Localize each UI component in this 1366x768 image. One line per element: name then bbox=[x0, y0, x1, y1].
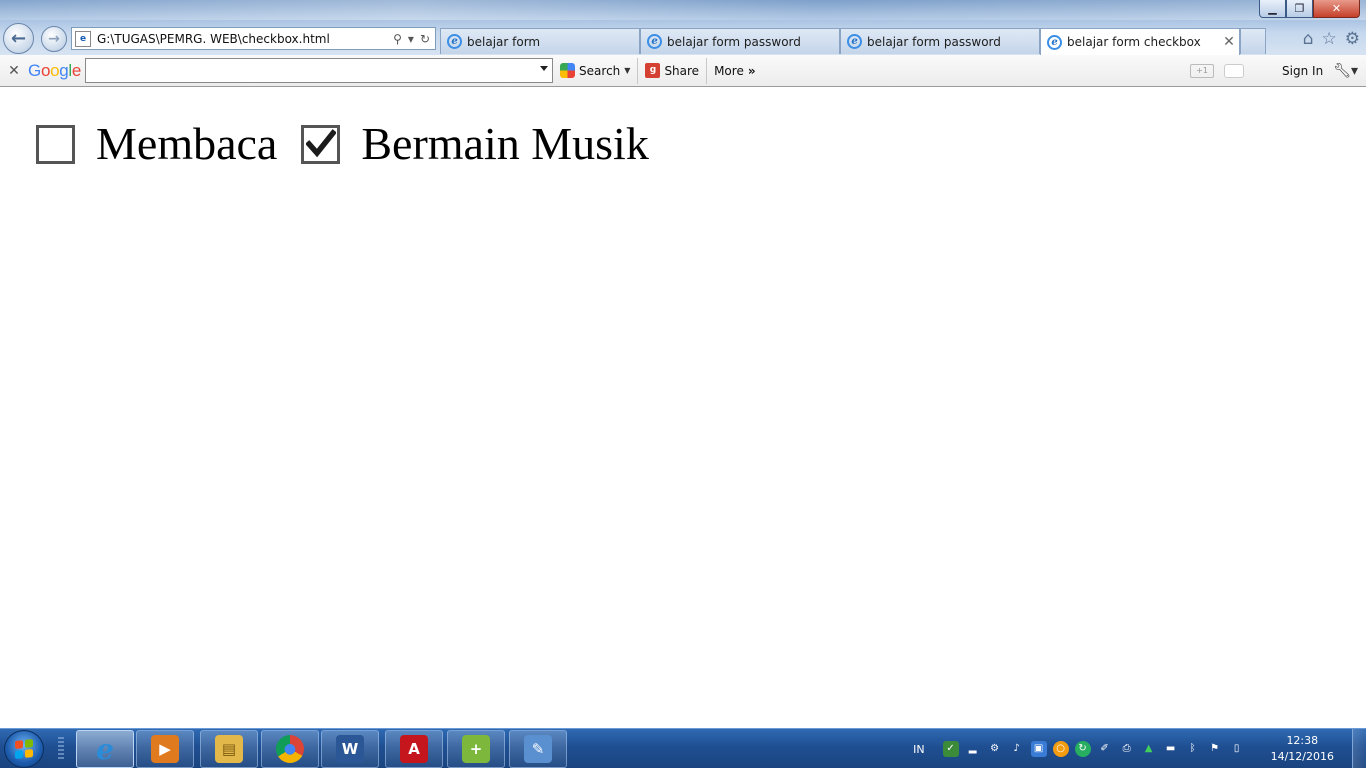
more-button[interactable]: More » bbox=[707, 58, 763, 84]
google-logo: Google bbox=[28, 60, 82, 80]
taskbar-app-internet-explorer[interactable]: e bbox=[76, 730, 134, 768]
system-tray: IN ✓ ▂ ⚙ ♪ ▣ ○ ↻ ✐ ⎙ ▲ ▬ ᛒ ⚑ ▯ 12:38 14/… bbox=[913, 729, 1340, 768]
printer-icon[interactable]: ⎙ bbox=[1119, 741, 1135, 757]
close-window-button[interactable]: ✕ bbox=[1313, 0, 1360, 18]
tab-strip: e belajar form e belajar form password e… bbox=[440, 28, 1266, 55]
google-search-button[interactable]: Search ▼ bbox=[553, 57, 639, 84]
flag-icon[interactable]: ⚑ bbox=[1207, 741, 1223, 757]
restore-button[interactable]: ❐ bbox=[1286, 0, 1313, 18]
checkmark-icon bbox=[305, 129, 336, 158]
adobe-reader-icon: A bbox=[400, 735, 428, 763]
taskbar-app-file-explorer[interactable]: ▤ bbox=[200, 730, 258, 768]
address-bar[interactable]: e G:\TUGAS\PEMRG. WEB\checkbox.html ⚲ ▾ … bbox=[71, 27, 436, 50]
taskbar: e ▶ ▤ ● W A + ✎ IN ✓ ▂ ⚙ ♪ ▣ ○ ↻ ✐ ⎙ ▲ ▬… bbox=[0, 728, 1366, 768]
chrome-icon: ● bbox=[276, 735, 304, 763]
ie-page-icon: e bbox=[847, 34, 862, 49]
dropdown-icon[interactable]: ▾ bbox=[408, 32, 414, 46]
folder-icon: ▤ bbox=[215, 735, 243, 763]
browser-title-bar: ▁ ❐ ✕ ← → e G:\TUGAS\PEMRG. WEB\checkbox… bbox=[0, 0, 1366, 55]
media-player-icon: ▶ bbox=[151, 735, 179, 763]
clock-date: 14/12/2016 bbox=[1270, 750, 1334, 763]
double-chevron-icon: » bbox=[747, 63, 756, 78]
close-toolbar-icon[interactable]: ✕ bbox=[0, 63, 28, 79]
tab-belajar-form-password-1[interactable]: e belajar form password bbox=[640, 28, 840, 54]
tab-belajar-form[interactable]: e belajar form bbox=[440, 28, 640, 54]
monitor-icon[interactable]: ▬ bbox=[1163, 741, 1179, 757]
language-indicator[interactable]: IN bbox=[913, 743, 924, 756]
taskbar-app-paint[interactable]: ✎ bbox=[509, 730, 567, 768]
sign-in-link[interactable]: Sign In bbox=[1282, 64, 1323, 78]
toggle-pill[interactable] bbox=[1224, 63, 1245, 78]
show-desktop-button[interactable] bbox=[1352, 729, 1366, 768]
chevron-down-icon[interactable]: ▼ bbox=[624, 66, 630, 75]
bluetooth-device-icon[interactable]: ⚙ bbox=[987, 741, 1003, 757]
page-favicon-icon: e bbox=[75, 30, 91, 47]
checkbox-label-membaca: Membaca bbox=[96, 118, 278, 169]
orange-circle-icon[interactable]: ○ bbox=[1052, 741, 1069, 757]
refresh-icon[interactable]: ↻ bbox=[420, 32, 430, 46]
google-search-input[interactable] bbox=[85, 58, 554, 83]
browser-command-icons: ⌂ ☆ ⚙ bbox=[1303, 29, 1360, 49]
tab-label: belajar form bbox=[467, 34, 541, 49]
tab-label: belajar form password bbox=[867, 34, 1001, 49]
minimize-button[interactable]: ▁ bbox=[1259, 0, 1286, 18]
checkbox-membaca[interactable] bbox=[36, 124, 75, 164]
taskbar-app-word[interactable]: W bbox=[321, 730, 379, 768]
address-input[interactable]: G:\TUGAS\PEMRG. WEB\checkbox.html bbox=[91, 32, 393, 46]
clock-time: 12:38 bbox=[1286, 734, 1319, 747]
settings-gear-icon[interactable]: ⚙ bbox=[1345, 29, 1360, 49]
new-tab-button[interactable] bbox=[1240, 28, 1266, 54]
back-arrow-icon: ← bbox=[10, 28, 27, 49]
page-content: Membaca Bermain Musik bbox=[0, 88, 1366, 728]
power-icon[interactable]: ▯ bbox=[1229, 741, 1245, 757]
ie-page-icon: e bbox=[647, 34, 662, 49]
network-shield-icon[interactable]: ✓ bbox=[942, 741, 959, 757]
search-history-dropdown-icon[interactable] bbox=[540, 66, 549, 71]
checkbox-label-bermain-musik: Bermain Musik bbox=[361, 118, 649, 169]
checkbox-bermain-musik[interactable] bbox=[301, 124, 341, 164]
google-search-icon bbox=[560, 63, 576, 78]
sync-icon[interactable]: ↻ bbox=[1074, 741, 1091, 757]
triangle-app-icon[interactable]: ▲ bbox=[1141, 741, 1157, 757]
word-icon: W bbox=[336, 735, 364, 763]
forward-button[interactable]: → bbox=[41, 26, 67, 52]
notepad-plus-plus-icon: + bbox=[462, 735, 490, 763]
tool-icon[interactable]: ✐ bbox=[1097, 741, 1113, 757]
tab-label: belajar form checkbox bbox=[1067, 35, 1201, 49]
display-icon[interactable]: ▣ bbox=[1030, 741, 1047, 757]
ie-page-icon: e bbox=[1047, 34, 1062, 50]
taskbar-grip bbox=[58, 737, 64, 761]
bluetooth-icon[interactable]: ᛒ bbox=[1185, 741, 1201, 757]
internet-explorer-icon: e bbox=[96, 732, 114, 766]
back-button[interactable]: ← bbox=[3, 23, 34, 54]
favorites-star-icon[interactable]: ☆ bbox=[1322, 29, 1337, 49]
close-tab-icon[interactable]: ✕ bbox=[1219, 34, 1239, 50]
taskbar-app-adobe-reader[interactable]: A bbox=[385, 730, 443, 768]
home-icon[interactable]: ⌂ bbox=[1303, 29, 1314, 49]
taskbar-app-chrome[interactable]: ● bbox=[261, 730, 319, 768]
volume-icon[interactable]: ♪ bbox=[1009, 741, 1025, 757]
tab-belajar-form-password-2[interactable]: e belajar form password bbox=[840, 28, 1040, 54]
share-button[interactable]: g Share bbox=[638, 57, 708, 84]
checkbox-group: Membaca Bermain Musik bbox=[36, 116, 673, 172]
ie-page-icon: e bbox=[447, 34, 462, 49]
signal-icon[interactable]: ▂ bbox=[965, 741, 981, 757]
clock[interactable]: 12:38 14/12/2016 bbox=[1271, 733, 1334, 765]
google-toolbar: ✕ Google Search ▼ g Share More » +1 Sign… bbox=[0, 55, 1366, 87]
tab-belajar-form-checkbox[interactable]: e belajar form checkbox ✕ bbox=[1040, 28, 1240, 55]
window-controls: ▁ ❐ ✕ bbox=[1259, 0, 1360, 18]
wrench-icon[interactable]: 🔧︎▾ bbox=[1333, 63, 1358, 79]
forward-arrow-icon: → bbox=[48, 31, 60, 47]
search-icon[interactable]: ⚲ bbox=[393, 32, 402, 46]
start-button[interactable] bbox=[4, 730, 44, 768]
plus-one-icon[interactable]: +1 bbox=[1190, 63, 1215, 78]
tab-label: belajar form password bbox=[667, 34, 801, 49]
google-plus-share-icon: g bbox=[645, 63, 661, 78]
paint-palette-icon: ✎ bbox=[524, 735, 552, 763]
taskbar-app-media-player[interactable]: ▶ bbox=[136, 730, 194, 768]
windows-logo-icon bbox=[15, 739, 33, 759]
taskbar-app-notepad-plus-plus[interactable]: + bbox=[447, 730, 505, 768]
